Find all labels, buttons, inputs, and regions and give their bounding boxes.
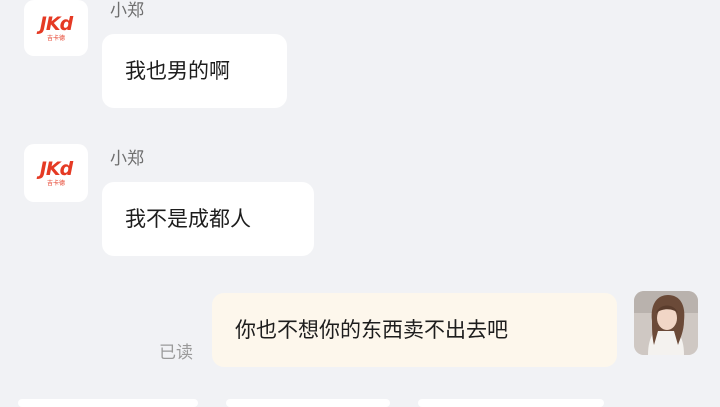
read-status: 已读 — [159, 343, 193, 363]
message-bubble-2[interactable]: 我不是成都人 — [102, 182, 314, 256]
contact-avatar-1[interactable]: JKd 吉卡德 — [24, 0, 88, 56]
message-bubble-1[interactable]: 我也男的啊 — [102, 34, 287, 108]
chat-view: JKd 吉卡德 小郑 我也男的啊 JKd 吉卡德 小郑 我不是成都人 已读 你也… — [0, 0, 720, 407]
logo-subtext: 吉卡德 — [46, 179, 65, 187]
sender-name-1: 小郑 — [110, 1, 144, 21]
contact-avatar-2[interactable]: JKd 吉卡德 — [24, 144, 88, 202]
outgoing-message-bubble[interactable]: 你也不想你的东西卖不出去吧 — [212, 293, 617, 367]
jkd-logo-icon: JKd — [39, 12, 73, 35]
user-photo-icon — [634, 291, 698, 355]
jkd-logo-icon: JKd — [39, 157, 73, 180]
sender-name-2: 小郑 — [110, 149, 144, 169]
logo-subtext: 吉卡德 — [46, 34, 65, 42]
next-message-preview — [0, 397, 720, 407]
user-avatar[interactable] — [634, 291, 698, 355]
